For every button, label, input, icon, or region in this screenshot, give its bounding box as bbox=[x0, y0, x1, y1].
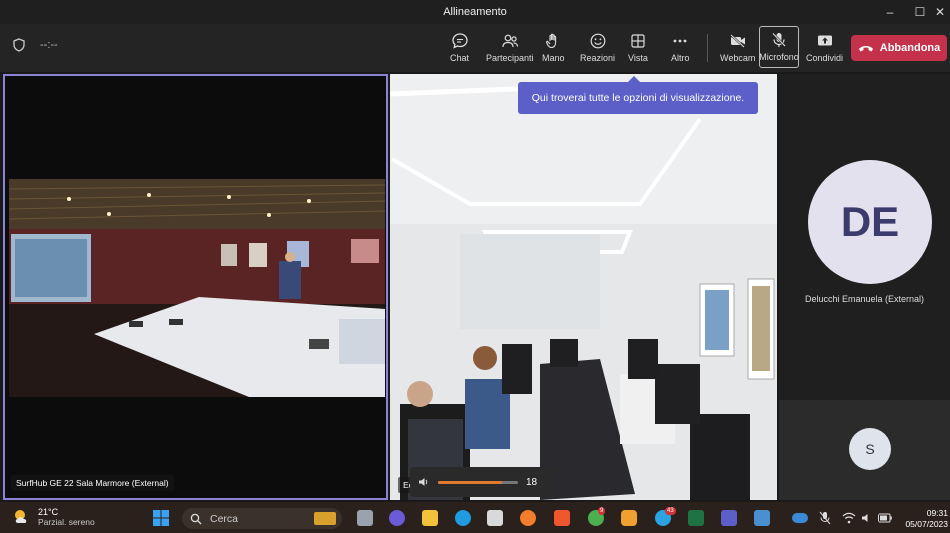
meeting-info: --:-- bbox=[12, 38, 58, 52]
mic-muted-tray-icon[interactable] bbox=[818, 511, 832, 525]
volume-slider[interactable] bbox=[438, 480, 518, 484]
conference-room-video bbox=[9, 179, 385, 397]
task-view-icon[interactable] bbox=[357, 510, 373, 526]
leave-label: Abbandona bbox=[879, 42, 941, 54]
taskbar-search[interactable]: Cerca bbox=[182, 508, 342, 529]
title-bar: Allineamento – ☐ ✕ bbox=[0, 0, 950, 24]
more-button[interactable]: Altro bbox=[671, 28, 690, 68]
weather-text: Parzial. sereno bbox=[38, 517, 95, 527]
camera-off-icon bbox=[729, 34, 745, 48]
reactions-button[interactable]: Reazioni bbox=[580, 28, 615, 68]
search-label: Cerca bbox=[210, 512, 239, 525]
toolbar-divider bbox=[707, 34, 708, 62]
share-button[interactable]: Condividi bbox=[806, 28, 843, 68]
mail-icon[interactable] bbox=[621, 510, 637, 526]
participants-label: Partecipanti bbox=[486, 53, 534, 63]
video-tile-sala-marmore[interactable]: SurfHub GE 22 Sala Marmore (External) bbox=[3, 74, 388, 500]
more-label: Altro bbox=[671, 53, 690, 63]
edge-icon[interactable] bbox=[455, 510, 471, 526]
photos-icon[interactable] bbox=[754, 510, 770, 526]
mic-label: Microfono bbox=[759, 52, 799, 62]
chat-button[interactable]: Chat bbox=[450, 28, 469, 68]
webcam-label: Webcam bbox=[720, 53, 756, 63]
avatar-delucchi[interactable]: DE bbox=[808, 160, 932, 284]
partly-sunny-icon bbox=[15, 510, 27, 523]
reactions-label: Reazioni bbox=[580, 53, 616, 63]
windows-start-icon[interactable] bbox=[152, 509, 170, 527]
minimize-button[interactable]: – bbox=[874, 0, 906, 24]
wifi-icon[interactable] bbox=[842, 512, 856, 524]
excel-icon[interactable] bbox=[688, 510, 704, 526]
firefox-icon[interactable] bbox=[520, 510, 536, 526]
hand-icon bbox=[546, 33, 557, 49]
tile-label-sala-marmore: SurfHub GE 22 Sala Marmore (External) bbox=[11, 475, 174, 491]
participant-name-delucchi: Delucchi Emanuela (External) bbox=[804, 294, 925, 304]
teams-icon[interactable] bbox=[721, 510, 737, 526]
volume-tray-icon[interactable] bbox=[861, 512, 873, 524]
view-options-tooltip: Qui troverai tutte le opzioni di visuali… bbox=[518, 76, 758, 114]
search-icon bbox=[190, 513, 202, 524]
weather-widget[interactable]: 21°C Parzial. sereno bbox=[12, 507, 95, 527]
people-icon bbox=[502, 34, 518, 48]
grid-view-icon bbox=[631, 34, 645, 48]
microphone-button[interactable]: Microfono bbox=[759, 26, 799, 68]
search-highlight-icon bbox=[314, 512, 336, 525]
video-tile-meeting-room[interactable]: Ec bbox=[390, 74, 777, 500]
telegram-badge: 43 bbox=[665, 507, 676, 515]
more-dots-icon bbox=[673, 39, 687, 43]
hand-label: Mano bbox=[542, 53, 565, 63]
chrome-badge: 9 bbox=[598, 507, 606, 515]
shield-icon[interactable] bbox=[12, 38, 26, 52]
temperature: 21°C bbox=[38, 507, 59, 517]
clock-date: 05/07/2023 bbox=[905, 519, 948, 529]
chat-icon bbox=[451, 33, 468, 49]
chat-label: Chat bbox=[450, 53, 470, 63]
mic-off-icon bbox=[772, 32, 786, 47]
share-screen-icon bbox=[817, 35, 832, 46]
webcam-button[interactable]: Webcam bbox=[720, 28, 755, 68]
volume-value: 18 bbox=[526, 476, 538, 488]
battery-icon[interactable] bbox=[878, 513, 892, 523]
volume-control[interactable]: 18 bbox=[410, 467, 555, 497]
system-clock[interactable]: 09:31 05/07/2023 bbox=[896, 508, 948, 530]
leave-button[interactable]: Abbandona bbox=[851, 35, 947, 61]
speaker-icon bbox=[419, 478, 428, 486]
meeting-toolbar: --:-- Chat Partecipanti Mano Reazioni Vi… bbox=[0, 24, 950, 72]
brave-icon[interactable] bbox=[554, 510, 570, 526]
share-label: Condividi bbox=[806, 53, 844, 63]
participants-button[interactable]: Partecipanti bbox=[486, 28, 534, 68]
window-title: Allineamento bbox=[443, 6, 507, 18]
avatar-s[interactable]: S bbox=[849, 428, 891, 470]
chat-app-icon[interactable] bbox=[389, 510, 405, 526]
video-stage: SurfHub GE 22 Sala Marmore (External) Ec… bbox=[0, 72, 950, 502]
store-icon[interactable] bbox=[487, 510, 503, 526]
raise-hand-button[interactable]: Mano bbox=[542, 28, 565, 68]
view-button[interactable]: Vista bbox=[628, 28, 648, 68]
clock-time: 09:31 bbox=[926, 508, 948, 518]
volume-slider-fill bbox=[438, 480, 502, 484]
meeting-timer: --:-- bbox=[40, 39, 58, 51]
view-label: Vista bbox=[628, 53, 648, 63]
hang-up-icon bbox=[858, 46, 873, 52]
close-button[interactable]: ✕ bbox=[930, 0, 950, 24]
file-explorer-icon[interactable] bbox=[422, 510, 438, 526]
teams-meeting-window: Allineamento – ☐ ✕ --:-- Chat Partecipan… bbox=[0, 0, 950, 533]
smiley-icon bbox=[590, 33, 605, 49]
onedrive-icon[interactable] bbox=[792, 513, 808, 523]
windows-taskbar: 21°C Parzial. sereno Cerca 9 43 09:31 05… bbox=[0, 502, 950, 533]
meeting-room-video bbox=[390, 74, 777, 500]
